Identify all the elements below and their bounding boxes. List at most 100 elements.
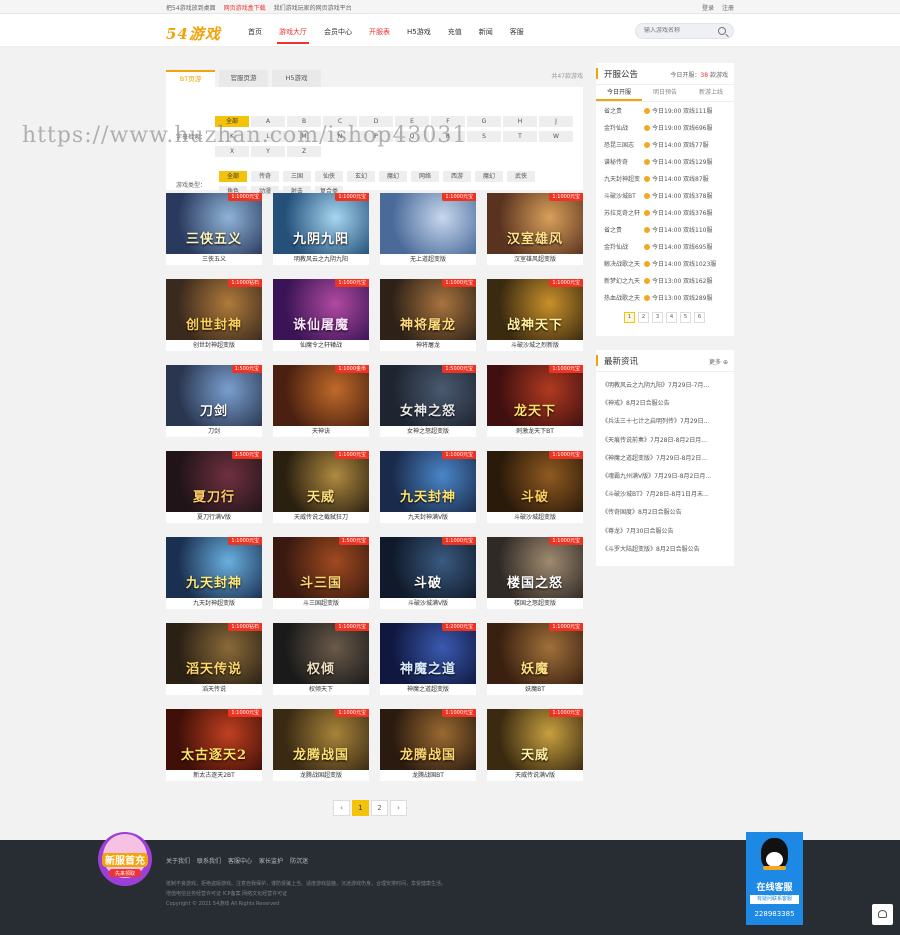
news-item[interactable]: 《传奇国度》8月2日合服公告 bbox=[602, 504, 728, 522]
type-filter-chip[interactable]: 三国 bbox=[283, 171, 311, 182]
game-cover-image[interactable]: 斗三国 1:500元宝 bbox=[273, 537, 369, 598]
game-card[interactable]: 滔天传说 1:1000钻石 滔天传说 bbox=[166, 623, 262, 695]
game-cover-image[interactable]: 战神天下 1:1000元宝 bbox=[487, 279, 583, 340]
game-cover-image[interactable]: 滔天传说 1:1000钻石 bbox=[166, 623, 262, 684]
search-icon[interactable] bbox=[718, 27, 726, 35]
game-card[interactable]: 三侠五义 1:1000元宝 三侠五义 bbox=[166, 193, 262, 265]
game-cover-image[interactable]: 神魔之道 1:2000元宝 bbox=[380, 623, 476, 684]
prev-page-button[interactable]: ‹ bbox=[333, 800, 350, 816]
letter-filter-chip[interactable]: T bbox=[503, 131, 537, 142]
game-card[interactable]: 刀剑 1:500元宝 刀剑 bbox=[166, 365, 262, 437]
qq-service-widget[interactable]: 在线客服 有疑问联系客服 228983385 bbox=[746, 832, 803, 925]
letter-filter-chip[interactable]: A bbox=[251, 116, 285, 127]
game-name[interactable]: 仙魔令之轩辕战 bbox=[273, 340, 369, 351]
server-game-name[interactable]: 苏拉克奇之轩 bbox=[604, 208, 644, 217]
game-cover-image[interactable]: 楼国之怒 1:1000元宝 bbox=[487, 537, 583, 598]
game-name[interactable]: 天神诀 bbox=[273, 426, 369, 437]
type-filter-chip[interactable]: 玄幻 bbox=[347, 171, 375, 182]
game-name[interactable]: 斗破沙城满V版 bbox=[380, 598, 476, 609]
game-card[interactable]: 太古逐天2 1:1000元宝 新太古逐天2BT bbox=[166, 709, 262, 781]
game-name[interactable]: 天威传说满V版 bbox=[487, 770, 583, 781]
letter-filter-chip[interactable]: K bbox=[215, 131, 249, 142]
game-card[interactable]: 神魔之道 1:2000元宝 神魔之道超变版 bbox=[380, 623, 476, 695]
game-cover-image[interactable]: 九天封神 1:1000元宝 bbox=[380, 451, 476, 512]
game-name[interactable]: 九天封神满V版 bbox=[380, 512, 476, 523]
game-card[interactable]: 龙腾战国 1:1000元宝 龙腾战国BT bbox=[380, 709, 476, 781]
game-name[interactable]: 权倾天下 bbox=[273, 684, 369, 695]
game-card[interactable]: 天威 1:1000元宝 天威传说之截弑狂刀 bbox=[273, 451, 369, 523]
game-name[interactable]: 刺激龙天下BT bbox=[487, 426, 583, 437]
footer-link[interactable]: 家长监护 bbox=[259, 856, 283, 865]
news-more-link[interactable]: 更多 ⊕ bbox=[709, 357, 728, 366]
game-name[interactable]: 斗破沙城之烈新版 bbox=[487, 340, 583, 351]
game-cover-image[interactable]: 天威 1:1000元宝 bbox=[487, 709, 583, 770]
game-name[interactable]: 创世封神超变版 bbox=[166, 340, 262, 351]
game-cover-image[interactable]: 女神之怒 1:5000元宝 bbox=[380, 365, 476, 426]
server-game-name[interactable]: 恐昆三国志 bbox=[604, 140, 644, 149]
news-item[interactable]: 《斗破沙城BT》7月28日-8月1日月末... bbox=[602, 486, 728, 504]
topbar-link-download[interactable]: 网页游戏盒下载 bbox=[224, 3, 266, 12]
game-card[interactable]: 神将屠龙 1:1000元宝 神将屠龙 bbox=[380, 279, 476, 351]
news-item[interactable]: 《神魔之道超变版》7月29日-8月2日... bbox=[602, 450, 728, 468]
nav-h5[interactable]: H5游戏 bbox=[407, 27, 431, 37]
letter-filter-chip[interactable]: B bbox=[287, 116, 321, 127]
news-item[interactable]: 《魂霸九州满V版》7月29日-8月2日月... bbox=[602, 468, 728, 486]
server-row[interactable]: 金羚仙战 今日14:00 双线695服 bbox=[596, 238, 734, 255]
footer-link[interactable]: 客服中心 bbox=[228, 856, 252, 865]
nav-recharge[interactable]: 充值 bbox=[448, 27, 462, 37]
first-charge-promo[interactable]: 新服首充 先来领取 bbox=[94, 826, 156, 888]
news-item[interactable]: 《神戒》8月2日合服公告 bbox=[602, 395, 728, 413]
game-name[interactable]: 斗三国超变版 bbox=[273, 598, 369, 609]
server-page-button[interactable]: 3 bbox=[652, 312, 663, 323]
news-item[interactable]: 《斗罗大陆超变版》8月2日合服公告 bbox=[602, 541, 728, 559]
game-card[interactable]: 九天封神 1:1000元宝 九天封神满V版 bbox=[380, 451, 476, 523]
type-filter-chip[interactable]: 全部 bbox=[219, 171, 247, 182]
page-button[interactable]: 1 bbox=[352, 800, 369, 816]
support-button[interactable] bbox=[872, 904, 893, 925]
server-page-button[interactable]: 1 bbox=[624, 312, 635, 323]
server-page-button[interactable]: 2 bbox=[638, 312, 649, 323]
type-filter-chip[interactable]: 仙侠 bbox=[315, 171, 343, 182]
game-cover-image[interactable]: 九阴九阳 1:1000元宝 bbox=[273, 193, 369, 254]
news-item[interactable]: 《尊龙》7月30日合服公告 bbox=[602, 523, 728, 541]
server-row[interactable]: 恐昆三国志 今日14:00 双线77服 bbox=[596, 136, 734, 153]
letter-filter-chip[interactable]: Z bbox=[287, 146, 321, 157]
letter-filter-chip[interactable]: J bbox=[539, 116, 573, 127]
tab-h5[interactable]: H5游戏 bbox=[272, 70, 321, 87]
server-game-name[interactable]: 斗破沙城BT bbox=[604, 191, 644, 200]
game-card[interactable]: 斗三国 1:500元宝 斗三国超变版 bbox=[273, 537, 369, 609]
register-link[interactable]: 注册 bbox=[722, 3, 734, 12]
letter-filter-chip[interactable]: Y bbox=[251, 146, 285, 157]
game-cover-image[interactable]: 1:1000金币 bbox=[273, 365, 369, 426]
server-row[interactable]: 金羚仙战 今日19:00 双线696服 bbox=[596, 119, 734, 136]
game-name[interactable]: 三侠五义 bbox=[166, 254, 262, 265]
letter-filter-chip[interactable]: N bbox=[323, 131, 357, 142]
server-row[interactable]: 新梦幻之九天 今日13:00 双线162服 bbox=[596, 272, 734, 289]
game-card[interactable]: 龙腾战国 1:1000元宝 龙腾战国超变版 bbox=[273, 709, 369, 781]
nav-news[interactable]: 新闻 bbox=[479, 27, 493, 37]
tab-today[interactable]: 今日开服 bbox=[596, 85, 642, 101]
game-name[interactable]: 天威传说之截弑狂刀 bbox=[273, 512, 369, 523]
game-card[interactable]: 战神天下 1:1000元宝 斗破沙城之烈新版 bbox=[487, 279, 583, 351]
game-cover-image[interactable]: 1:1000元宝 bbox=[380, 193, 476, 254]
game-cover-image[interactable]: 权倾 1:1000元宝 bbox=[273, 623, 369, 684]
game-cover-image[interactable]: 九天封神 1:1000元宝 bbox=[166, 537, 262, 598]
server-row[interactable]: 省之贵 今日19:00 双线111服 bbox=[596, 102, 734, 119]
game-name[interactable]: 龙腾战国BT bbox=[380, 770, 476, 781]
letter-filter-chip[interactable]: W bbox=[539, 131, 573, 142]
game-name[interactable]: 神魔之道超变版 bbox=[380, 684, 476, 695]
news-item[interactable]: 《兵法三十七计之启明列传》7月29日... bbox=[602, 413, 728, 431]
game-card[interactable]: 女神之怒 1:5000元宝 女神之怒超变版 bbox=[380, 365, 476, 437]
server-page-button[interactable]: 6 bbox=[694, 312, 705, 323]
game-card[interactable]: 诛仙屠魔 1:1000元宝 仙魔令之轩辕战 bbox=[273, 279, 369, 351]
footer-link[interactable]: 关于我们 bbox=[166, 856, 190, 865]
type-filter-chip[interactable]: 网络 bbox=[411, 171, 439, 182]
server-row[interactable]: 鲸决战歌之天 今日14:00 双线1023服 bbox=[596, 255, 734, 272]
game-cover-image[interactable]: 诛仙屠魔 1:1000元宝 bbox=[273, 279, 369, 340]
game-cover-image[interactable]: 龙腾战国 1:1000元宝 bbox=[380, 709, 476, 770]
search-input[interactable] bbox=[644, 27, 719, 34]
letter-filter-chip[interactable]: L bbox=[251, 131, 285, 142]
tab-bt[interactable]: BT页游 bbox=[166, 70, 215, 87]
server-game-name[interactable]: 鲸决战歌之天 bbox=[604, 259, 644, 268]
game-card[interactable]: 九天封神 1:1000元宝 九天封神超变版 bbox=[166, 537, 262, 609]
